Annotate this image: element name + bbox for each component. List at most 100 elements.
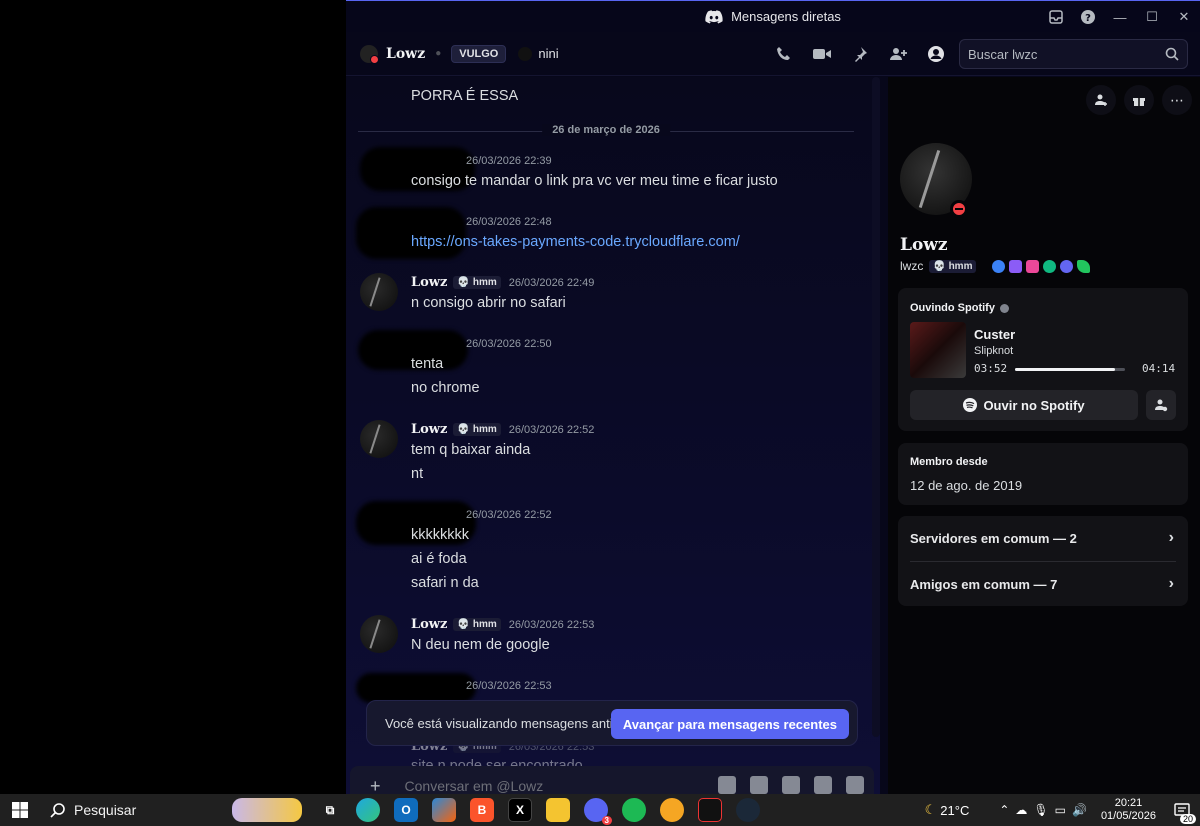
store-icon[interactable] bbox=[432, 798, 456, 822]
search-input[interactable] bbox=[968, 46, 1165, 62]
redacted-author bbox=[356, 673, 476, 703]
help-icon[interactable]: ? bbox=[1072, 1, 1104, 33]
steam-icon[interactable] bbox=[736, 798, 760, 822]
badge-icon[interactable] bbox=[1060, 259, 1074, 273]
gift-icon[interactable] bbox=[1124, 85, 1154, 115]
notifications-icon[interactable]: 20 bbox=[1170, 798, 1196, 824]
chevron-right-icon: › bbox=[1168, 529, 1174, 546]
search-icon bbox=[1165, 47, 1179, 61]
maximize-button[interactable]: ☐ bbox=[1136, 1, 1168, 33]
close-button[interactable]: ✕ bbox=[1168, 1, 1200, 33]
user-profile-icon[interactable] bbox=[926, 44, 946, 64]
video-call-icon[interactable] bbox=[812, 44, 832, 64]
mutual-friends-row[interactable]: Amigos em comum — 7 › bbox=[898, 562, 1188, 606]
server-tag[interactable]: VULGO bbox=[451, 44, 507, 63]
weather-widget[interactable]: ☾ 21°C bbox=[925, 802, 970, 818]
badge-icon[interactable] bbox=[1026, 259, 1040, 273]
skull-icon: 💀 bbox=[457, 424, 470, 435]
profile-tag[interactable]: 💀 hmm bbox=[929, 259, 977, 273]
taskbar-search-label: Pesquisar bbox=[74, 802, 137, 818]
author-tag[interactable]: 💀 hmm bbox=[453, 423, 501, 436]
window-title: Mensagens diretas bbox=[731, 9, 841, 24]
outlook-icon[interactable]: O bbox=[394, 798, 418, 822]
avatar[interactable] bbox=[360, 273, 398, 311]
tray-chevron-icon[interactable]: ⌃ bbox=[999, 803, 1009, 817]
brave-icon[interactable]: B bbox=[470, 798, 494, 822]
search-box[interactable] bbox=[959, 39, 1188, 69]
message-author[interactable]: Lowz bbox=[411, 422, 447, 437]
badge-icon[interactable] bbox=[1077, 259, 1091, 273]
listen-along-button[interactable] bbox=[1146, 390, 1176, 420]
album-cover[interactable] bbox=[910, 322, 966, 378]
sticker-icon[interactable] bbox=[782, 776, 800, 794]
dm-header: Lowz ● VULGO nini bbox=[346, 32, 1200, 76]
header-username[interactable]: Lowz bbox=[386, 46, 425, 62]
badge-icon[interactable] bbox=[1009, 259, 1023, 273]
author-tag[interactable]: 💀 hmm bbox=[453, 276, 501, 289]
edge-icon[interactable] bbox=[356, 798, 380, 822]
song-artist[interactable]: Slipknot bbox=[974, 345, 1013, 357]
profile-username: lwzc bbox=[900, 259, 924, 273]
voice-call-icon[interactable] bbox=[774, 44, 794, 64]
add-friend-icon[interactable] bbox=[1086, 85, 1116, 115]
emoji-icon[interactable] bbox=[814, 776, 832, 794]
message-author[interactable]: Lowz bbox=[411, 617, 447, 632]
mutuals-card: Servidores em comum — 2 › Amigos em comu… bbox=[898, 516, 1188, 606]
more-options-icon[interactable]: ⋯ bbox=[1162, 85, 1192, 115]
mutual-servers-row[interactable]: Servidores em comum — 2 › bbox=[898, 516, 1188, 560]
message-content: nt bbox=[411, 466, 424, 482]
desktop-background bbox=[0, 0, 346, 794]
info-icon[interactable] bbox=[999, 303, 1009, 313]
header-avatar[interactable] bbox=[360, 44, 379, 64]
file-explorer-icon[interactable] bbox=[546, 798, 570, 822]
discord-logo-icon bbox=[705, 9, 723, 23]
avatar[interactable] bbox=[360, 615, 398, 653]
redacted-author bbox=[356, 207, 466, 259]
network-icon[interactable]: ▭ bbox=[1055, 803, 1066, 817]
onedrive-icon[interactable]: ☁ bbox=[1015, 803, 1027, 817]
message-content: no chrome bbox=[411, 380, 480, 396]
discord-badge: 3 bbox=[601, 816, 612, 825]
old-messages-label: Você está visualizando mensagens antigas bbox=[385, 715, 634, 731]
add-friends-icon[interactable] bbox=[888, 44, 908, 64]
chevron-right-icon: › bbox=[1168, 575, 1174, 592]
message-list[interactable]: PORRA É ESSA 26 de março de 2026 26/03/2… bbox=[346, 77, 880, 794]
member-since-title: Membro desde bbox=[910, 456, 988, 468]
chat-scrollbar[interactable] bbox=[872, 77, 880, 737]
message-author[interactable]: Lowz bbox=[411, 275, 447, 290]
message-input[interactable] bbox=[404, 778, 685, 794]
author-tag[interactable]: 💀 hmm bbox=[453, 618, 501, 631]
taskbar-search[interactable]: Pesquisar bbox=[40, 794, 310, 826]
spotify-icon[interactable] bbox=[622, 798, 646, 822]
minimize-button[interactable]: — bbox=[1104, 1, 1136, 33]
badge-icon[interactable] bbox=[1043, 259, 1057, 273]
discord-icon[interactable]: 3 bbox=[584, 798, 612, 825]
microphone-icon[interactable]: 🎙 bbox=[1033, 803, 1048, 817]
gif-icon[interactable] bbox=[750, 776, 768, 794]
message-content: N deu nem de google bbox=[411, 637, 550, 653]
clock-date: 01/05/2026 bbox=[1100, 810, 1156, 822]
jump-to-present-button[interactable]: Avançar para mensagens recentes bbox=[610, 709, 849, 739]
gift-icon[interactable] bbox=[718, 776, 736, 794]
listen-on-spotify-button[interactable]: Ouvir no Spotify bbox=[910, 390, 1138, 420]
pin-icon[interactable] bbox=[850, 44, 870, 64]
avatar[interactable] bbox=[360, 420, 398, 458]
song-title[interactable]: Custer bbox=[974, 327, 1015, 342]
volume-icon[interactable]: 🔊 bbox=[1072, 803, 1087, 817]
message-link[interactable]: https://ons-takes-payments-code.trycloud… bbox=[411, 234, 740, 250]
task-view-icon[interactable]: ⧉ bbox=[318, 798, 342, 822]
badge-icon[interactable] bbox=[992, 259, 1006, 273]
status-text: nini bbox=[538, 46, 559, 61]
app-icon[interactable] bbox=[698, 798, 722, 822]
add-attachment-icon[interactable]: + bbox=[370, 776, 381, 795]
apps-icon[interactable] bbox=[846, 776, 864, 794]
message-content: kkkkkkkk bbox=[411, 527, 469, 543]
old-messages-bar: Você está visualizando mensagens antigas… bbox=[366, 700, 858, 746]
start-button[interactable] bbox=[0, 794, 40, 826]
clock[interactable]: 20:21 01/05/2026 bbox=[1101, 797, 1156, 823]
inbox-icon[interactable] bbox=[1040, 1, 1072, 33]
discord-ptb-icon[interactable] bbox=[660, 798, 684, 822]
profile-display-name[interactable]: Lowz bbox=[900, 235, 948, 255]
x-icon[interactable]: X bbox=[508, 798, 532, 822]
message-timestamp: 26/03/2026 22:53 bbox=[466, 680, 552, 692]
